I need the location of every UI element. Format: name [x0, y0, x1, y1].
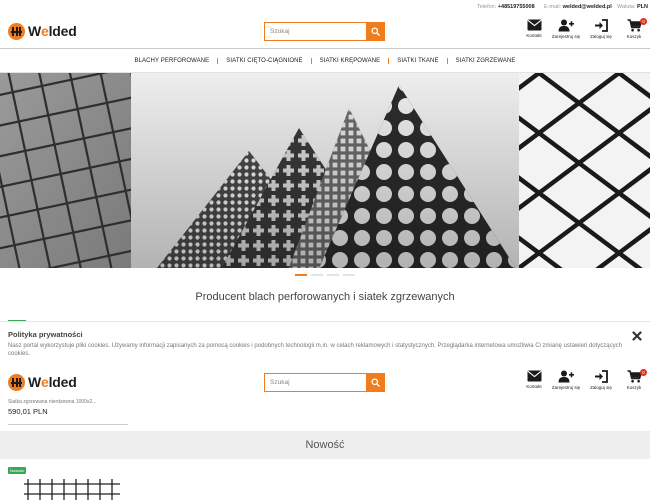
nav-item-siatki-cieto-ciagnione[interactable]: SIATKI CIĘTO-CIĄGNIONE: [218, 58, 310, 64]
cart-label: Koszyk: [626, 385, 642, 390]
sign-in-icon: [595, 19, 608, 32]
register-label: Zarejestruj się: [551, 385, 581, 390]
cart-label: Koszyk: [626, 34, 642, 39]
slider-dot[interactable]: [343, 274, 355, 276]
envelope-icon: [526, 19, 542, 31]
product-card[interactable]: Siatka zgrzewana nierdzewna 1000x2... 59…: [8, 399, 128, 425]
top-contact-bar: Telefon: +48519755008 E-mail: welded@wel…: [0, 0, 650, 14]
cart-count-badge: 0: [640, 369, 647, 376]
search-button[interactable]: [366, 373, 385, 392]
site-logo[interactable]: Welded: [8, 14, 77, 48]
hero-slide-prev: [0, 73, 194, 268]
cookie-text: Nasz portal wykorzystuje pliki cookies. …: [8, 343, 622, 357]
product-thumbnail[interactable]: [24, 478, 120, 500]
product-price: 590,01 PLN: [8, 407, 48, 416]
new-badge: Nowość: [8, 467, 27, 474]
phone-info: Telefon: +48519755008: [477, 4, 535, 10]
search-input[interactable]: [264, 22, 366, 41]
logo-mark-icon: [8, 373, 25, 391]
search-input[interactable]: [264, 373, 366, 392]
slider-dot[interactable]: [327, 274, 339, 276]
add-user-icon: [558, 19, 574, 32]
currency-info: Waluta: PLN: [617, 4, 648, 10]
section-title: Nowość: [0, 431, 650, 459]
cookie-title: Polityka prywatności: [8, 330, 83, 339]
contact-label: Kontakt: [526, 384, 542, 389]
cart-count-badge: 0: [640, 18, 647, 25]
nav-item-siatki-zgrzewane[interactable]: SIATKI ZGRZEWANE: [448, 58, 524, 64]
hero-slide-current: [131, 73, 519, 268]
sign-in-icon: [595, 370, 608, 383]
slider-dot[interactable]: [295, 274, 307, 276]
logo-mark-icon: [8, 22, 25, 40]
cart-link[interactable]: 0 Koszyk: [619, 369, 649, 390]
category-nav: BLACHY PERFOROWANE SIATKI CIĘTO-CIĄGNION…: [0, 48, 650, 73]
site-logo[interactable]: Welded: [8, 365, 77, 399]
sticky-header: Welded Kontakt Zarejestruj się Zaloguj s…: [0, 365, 650, 399]
logo-text: Welded: [28, 374, 77, 390]
nav-item-siatki-krepowane[interactable]: SIATKI KRĘPOWANE: [312, 58, 389, 64]
tagline-heading: Producent blach perforowanych i siatek z…: [195, 291, 455, 303]
login-link[interactable]: Zaloguj się: [586, 370, 616, 390]
search-bar: [264, 22, 385, 41]
login-link[interactable]: Zaloguj się: [586, 19, 616, 39]
search-icon: [371, 378, 380, 387]
email-link[interactable]: welded@welded.pl: [563, 4, 612, 10]
hero-slide-next: [497, 73, 650, 268]
register-link[interactable]: Zarejestruj się: [551, 19, 581, 39]
contact-link[interactable]: Kontakt: [519, 19, 549, 38]
email-info: E-mail: welded@welded.pl: [544, 4, 612, 10]
nav-item-blachy-perforowane[interactable]: BLACHY PERFOROWANE: [126, 58, 217, 64]
nav-item-siatki-tkane[interactable]: SIATKI TKANE: [389, 58, 446, 64]
phone-link[interactable]: +48519755008: [498, 4, 535, 10]
login-label: Zaloguj się: [590, 385, 612, 390]
close-icon[interactable]: [632, 331, 642, 341]
search-icon: [371, 27, 380, 36]
slider-dot[interactable]: [311, 274, 323, 276]
contact-label: Kontakt: [526, 33, 542, 38]
contact-link[interactable]: Kontakt: [519, 370, 549, 389]
add-user-icon: [558, 370, 574, 383]
hero-slider[interactable]: [0, 73, 650, 268]
product-name[interactable]: Siatka zgrzewana nierdzewna 1000x2...: [8, 399, 128, 405]
site-header: Welded Kontakt Zarejestruj się Zaloguj s…: [0, 14, 650, 48]
envelope-icon: [526, 370, 542, 382]
logo-text: Welded: [28, 23, 77, 39]
search-bar: [264, 373, 385, 392]
cart-link[interactable]: 0 Koszyk: [619, 18, 649, 39]
login-label: Zaloguj się: [590, 34, 612, 39]
register-label: Zarejestruj się: [551, 34, 581, 39]
register-link[interactable]: Zarejestruj się: [551, 370, 581, 390]
cookie-banner: Polityka prywatności Nasz portal wykorzy…: [0, 321, 650, 361]
slider-pagination: [0, 274, 650, 278]
search-button[interactable]: [366, 22, 385, 41]
currency-selector[interactable]: PLN: [637, 4, 648, 10]
